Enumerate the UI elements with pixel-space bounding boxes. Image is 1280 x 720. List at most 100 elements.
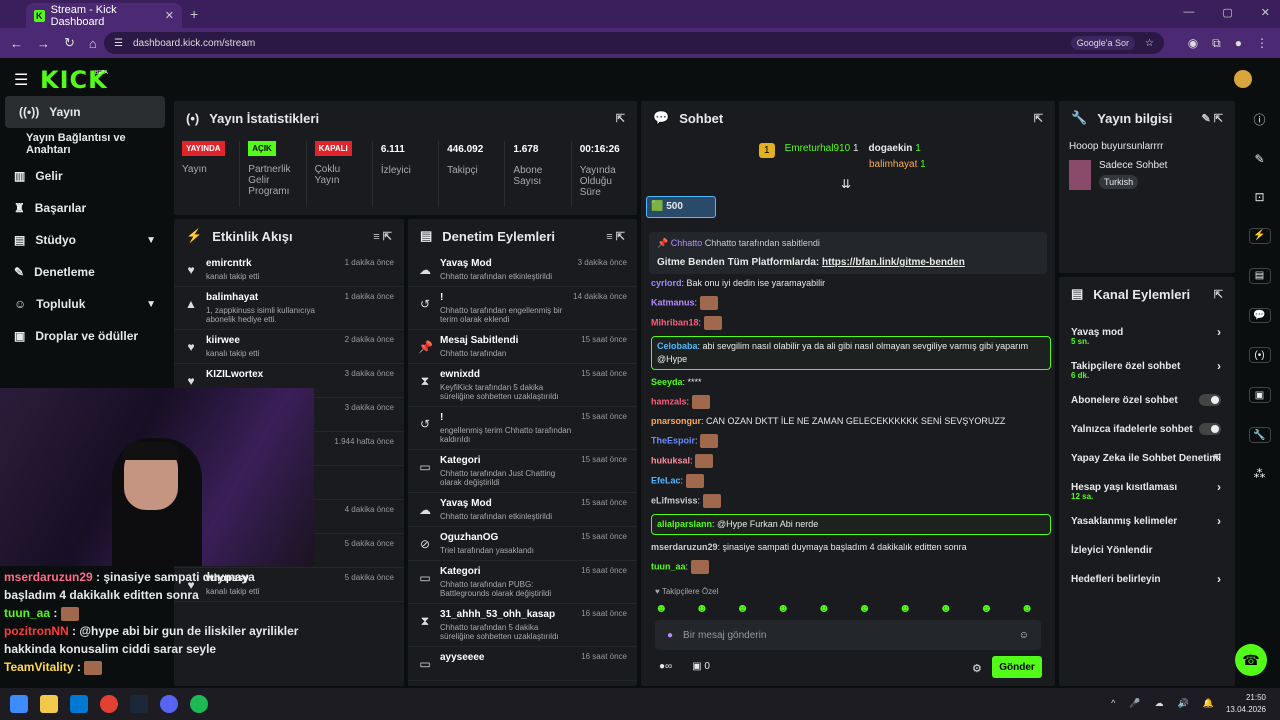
toggle-switch[interactable] bbox=[1199, 394, 1221, 406]
extension-icon[interactable]: ◉ bbox=[1188, 36, 1198, 51]
chat-username[interactable]: tuun_aa bbox=[651, 561, 686, 571]
broadcast-icon[interactable]: (•) bbox=[1248, 347, 1271, 364]
pinned-message: 📌 Chhatto Chhatto tarafından sabitlendi … bbox=[649, 232, 1047, 274]
mic-icon: ● bbox=[667, 629, 674, 641]
user-avatar[interactable] bbox=[1234, 70, 1252, 88]
moderation-row: ▭ Kategori Chhatto tarafından PUBG: Battle… bbox=[408, 561, 637, 604]
popout-icon[interactable]: ⇱ bbox=[616, 112, 625, 125]
chat-username[interactable]: mserdaruzun29 bbox=[651, 542, 718, 552]
moderation-row: ⊘ OguzhanOG Triel tarafından yasaklandı 15 … bbox=[408, 527, 637, 561]
hamburger-icon[interactable]: ☰ bbox=[14, 70, 28, 90]
menu-dots-icon[interactable]: ⋮ bbox=[1256, 36, 1268, 51]
discord-icon[interactable] bbox=[160, 695, 178, 713]
channel-action[interactable]: Yalnızca ifadelerle sohbet bbox=[1059, 416, 1235, 442]
wrench-icon[interactable]: 🔧 bbox=[1248, 427, 1271, 443]
channel-action[interactable]: Yapay Zeka ile Sohbet Denetimi ⇱ bbox=[1059, 445, 1235, 471]
webcam-overlay bbox=[0, 388, 314, 566]
home-icon[interactable]: ⌂ bbox=[89, 36, 97, 51]
popout-icon[interactable]: ⇱ bbox=[1214, 288, 1223, 301]
file-explorer-icon[interactable] bbox=[40, 695, 58, 713]
chat-username[interactable]: hukuksal bbox=[651, 455, 690, 465]
chat-username[interactable]: hamzals bbox=[651, 396, 687, 406]
chat-tools: ●∞ ▣ 0 bbox=[659, 661, 710, 672]
chat-username[interactable]: Katmanus bbox=[651, 297, 695, 307]
forward-icon[interactable]: → bbox=[37, 36, 50, 51]
points-icon[interactable]: ●∞ bbox=[659, 661, 672, 672]
edit-icon[interactable]: ✎ ⇱ bbox=[1202, 112, 1224, 125]
channel-actions-panel: ▤ Kanal Eylemleri ⇱ Yavaş mod 5 sn. › Takipçi… bbox=[1059, 277, 1235, 686]
channel-action[interactable]: Yasaklanmış kelimeler › bbox=[1059, 508, 1235, 534]
filter-icon[interactable]: ≡ ⇱ bbox=[373, 230, 392, 243]
windows-start-icon[interactable] bbox=[10, 695, 28, 713]
reload-icon[interactable]: ↻ bbox=[64, 35, 75, 51]
google-ask-button[interactable]: Google'a Sor bbox=[1070, 36, 1136, 50]
dots-icon[interactable]: ⁂ bbox=[1254, 467, 1266, 481]
back-icon[interactable]: ← bbox=[10, 36, 23, 51]
channel-action[interactable]: Hedefleri belirleyin › bbox=[1059, 566, 1235, 592]
emoji-icon[interactable]: ☺ bbox=[1019, 630, 1029, 641]
bookmark-star-icon[interactable]: ☆ bbox=[1145, 38, 1154, 49]
bolt-icon[interactable]: ⚡ bbox=[1248, 228, 1271, 244]
chat-username[interactable]: Mihriban18 bbox=[651, 317, 699, 327]
chevron-down-icon: ▼ bbox=[146, 234, 156, 246]
nav-stream-key[interactable]: Yayın Bağlantısı ve Anahtarı bbox=[0, 128, 170, 160]
settings-gear-icon[interactable]: ⚙ bbox=[972, 662, 982, 675]
channel-action[interactable]: İzleyici Yönlendir bbox=[1059, 537, 1235, 563]
chat-username[interactable]: eLifmsviss bbox=[651, 495, 698, 505]
chat-username[interactable]: EfeLac bbox=[651, 475, 681, 485]
nav-topluluk[interactable]: ☺ Topluluk ▼ bbox=[0, 288, 170, 320]
top-gifter-3: balimhayat 1 bbox=[869, 159, 926, 170]
close-tab-icon[interactable]: ✕ bbox=[165, 9, 174, 22]
browser-tab[interactable]: K Stream - Kick Dashboard ✕ bbox=[26, 3, 182, 28]
toggle-switch[interactable] bbox=[1199, 423, 1221, 435]
send-button[interactable]: Gönder bbox=[992, 656, 1042, 678]
chat-username[interactable]: Seeyda bbox=[651, 377, 683, 387]
nav-droplar[interactable]: ▣ Droplar ve ödüller bbox=[0, 320, 170, 352]
pencil-icon[interactable]: ✎ bbox=[1254, 152, 1264, 166]
nav-yayin[interactable]: ((•)) Yayın bbox=[5, 96, 165, 128]
expand-icon[interactable]: ⇊ bbox=[841, 177, 851, 191]
filter-icon[interactable]: ≡ ⇱ bbox=[606, 230, 625, 243]
heart-icon: ♥ bbox=[187, 263, 195, 277]
gift-goal[interactable]: 🟩 500 bbox=[646, 196, 716, 218]
chat-username[interactable]: TheEspoir bbox=[651, 435, 695, 445]
minimize-icon[interactable]: — bbox=[1183, 6, 1194, 19]
gift-icon[interactable]: ▣ 0 bbox=[692, 661, 710, 672]
trophy-icon: ♜ bbox=[14, 201, 25, 215]
support-button[interactable]: ☎ bbox=[1235, 644, 1267, 676]
site-info-icon[interactable]: ☰ bbox=[114, 38, 123, 49]
close-window-icon[interactable]: ✕ bbox=[1261, 6, 1270, 19]
chat-username[interactable]: cyrlord bbox=[651, 278, 682, 288]
outlook-icon[interactable] bbox=[70, 695, 88, 713]
nav-studyo[interactable]: ▤ Stüdyo ▼ bbox=[0, 224, 170, 256]
spotify-icon[interactable] bbox=[190, 695, 208, 713]
screen-icon[interactable]: ⊡ bbox=[1254, 190, 1264, 204]
maximize-icon[interactable]: ▢ bbox=[1222, 6, 1232, 19]
info-icon[interactable]: ⓘ bbox=[1253, 111, 1265, 128]
chat-icon[interactable]: 💬 bbox=[1248, 307, 1271, 324]
channel-action[interactable]: Takipçilere özel sohbet 6 dk. › bbox=[1059, 353, 1235, 380]
nav-gelir[interactable]: ▥ Gelir bbox=[0, 160, 170, 192]
url-field[interactable]: ☰ dashboard.kick.com/stream Google'a Sor… bbox=[104, 32, 1164, 54]
chat-username[interactable]: pnarsongur bbox=[651, 416, 701, 426]
clock[interactable]: 21:50 13.04.2026 bbox=[1226, 692, 1266, 716]
system-tray[interactable]: ^ 🎤 ☁ 🔊 🔔 bbox=[1111, 698, 1214, 709]
channel-action[interactable]: Abonelere özel sohbet bbox=[1059, 387, 1235, 413]
chat-username[interactable]: Celobaba bbox=[657, 341, 698, 351]
nav-denetleme[interactable]: ✎ Denetleme bbox=[0, 256, 170, 288]
pinned-link[interactable]: https://bfan.link/gitme-benden bbox=[822, 257, 965, 268]
popout-icon[interactable]: ⇱ bbox=[1034, 112, 1043, 125]
steam-icon[interactable] bbox=[130, 695, 148, 713]
puzzle-icon[interactable]: ⧉ bbox=[1212, 36, 1221, 51]
emote-bar[interactable]: ☻ ☻ ☻ ☻ ☻ ☻ ☻ ☻ ☻ ☻ bbox=[655, 601, 1033, 615]
chrome-icon[interactable] bbox=[100, 695, 118, 713]
chat-input[interactable]: ● Bir mesaj gönderin ☺ bbox=[655, 620, 1041, 650]
document-icon[interactable]: ▤ bbox=[1248, 267, 1271, 284]
actions-icon[interactable]: ▣ bbox=[1248, 387, 1271, 404]
channel-action[interactable]: Yavaş mod 5 sn. › bbox=[1059, 319, 1235, 346]
chat-username[interactable]: alialparslann bbox=[657, 519, 712, 529]
new-tab-icon[interactable]: + bbox=[190, 6, 198, 22]
nav-basarilar[interactable]: ♜ Başarılar bbox=[0, 192, 170, 224]
profile-icon[interactable]: ● bbox=[1235, 36, 1242, 51]
channel-action[interactable]: Hesap yaşı kısıtlaması 12 sa. › bbox=[1059, 474, 1235, 501]
